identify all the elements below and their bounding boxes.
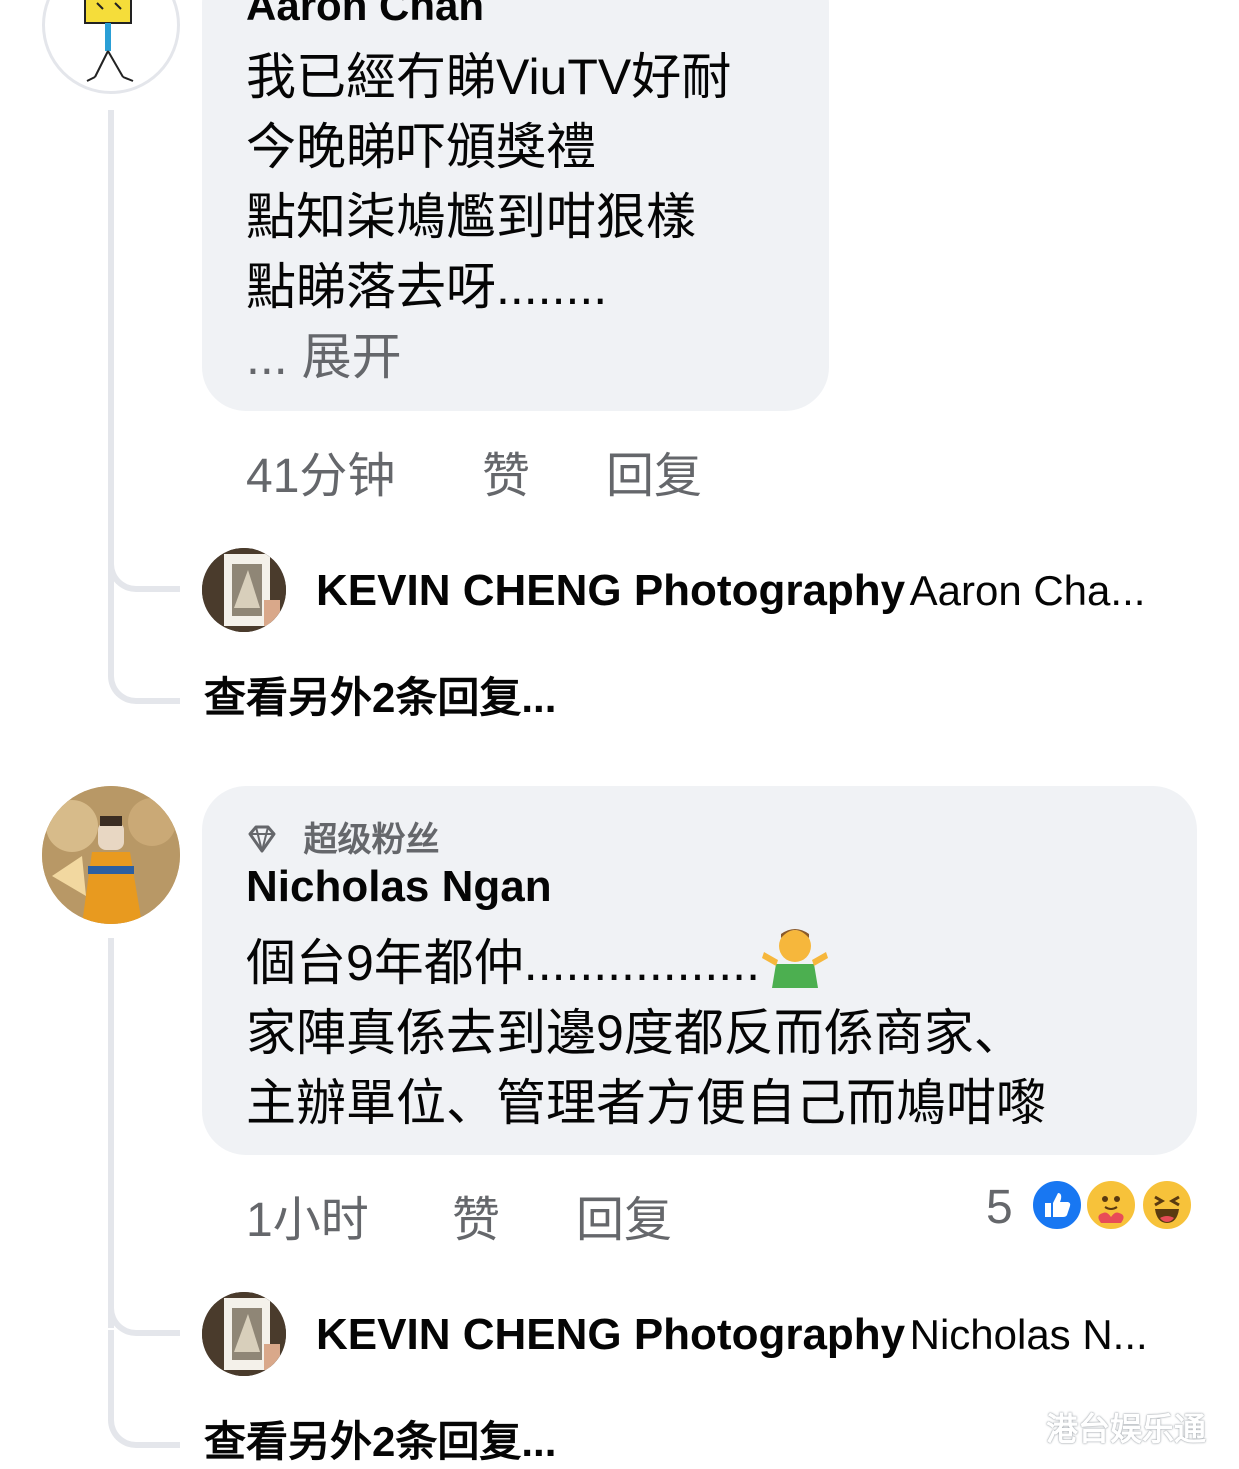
diamond-icon	[248, 825, 276, 853]
haha-icon	[1140, 1178, 1194, 1232]
fan-badge-label: 超级粉丝	[303, 821, 440, 859]
like-icon	[1030, 1178, 1084, 1232]
comment-author[interactable]: Nicholas Ngan	[246, 862, 552, 912]
comment-line: 我已經冇睇ViuTV好耐	[246, 49, 732, 105]
thread-line	[108, 110, 114, 590]
see-more-link[interactable]: ... 展开	[246, 322, 731, 392]
care-icon	[1084, 1178, 1138, 1232]
comment-line: 點睇落去呀........	[246, 259, 608, 315]
reply-button[interactable]: 回复	[606, 436, 702, 506]
avatar[interactable]	[42, 0, 180, 94]
stick-figure-avatar-icon	[84, 0, 134, 82]
reply-snippet: Nicholas N...	[909, 1311, 1148, 1358]
comment-line-text: 個台9年都仲.................	[246, 935, 760, 991]
comment-line: 主辦單位、管理者方便自己而鳩咁嚟	[246, 1075, 1046, 1131]
avatar[interactable]	[42, 786, 180, 924]
framed-photo-avatar-icon	[202, 548, 286, 632]
thread-line	[108, 938, 114, 1328]
thread-branch	[108, 586, 180, 704]
comment-author[interactable]: Aaron Chan	[246, 0, 484, 30]
reply-preview[interactable]: KEVIN CHENG Photography Nicholas N...	[316, 1310, 1148, 1360]
thread-branch	[108, 540, 180, 592]
framed-photo-avatar-icon	[202, 1292, 286, 1376]
comment-line: 點知柒鳩尷到咁狠樣	[246, 189, 696, 245]
reply-avatar[interactable]	[202, 1292, 286, 1376]
like-button[interactable]: 赞	[452, 1180, 500, 1250]
reply-preview[interactable]: KEVIN CHENG Photography Aaron Cha...	[316, 566, 1145, 616]
reply-avatar[interactable]	[202, 548, 286, 632]
comment-text: 個台9年都仲................. 家陣真係去到邊9度都反而係商家、…	[246, 924, 1046, 1138]
view-more-replies[interactable]: 查看另外2条回复...	[204, 1408, 556, 1469]
portrait-avatar-icon	[42, 786, 180, 924]
thread-branch	[108, 1330, 180, 1448]
comment-line: 今晚睇吓頒獎禮	[246, 119, 596, 175]
watermark: 港台娱乐通	[1046, 1411, 1207, 1447]
comment-line: 家陣真係去到邊9度都反而係商家、	[246, 1005, 1024, 1061]
comment-time[interactable]: 1小时	[246, 1180, 369, 1250]
fan-badge[interactable]: 超级粉丝	[246, 812, 439, 861]
comment-text: 我已經冇睇ViuTV好耐 今晚睇吓頒獎禮 點知柒鳩尷到咁狠樣 點睇落去呀....…	[246, 42, 731, 392]
thread-branch	[108, 1284, 180, 1336]
comment-line: 個台9年都仲.................	[246, 924, 1046, 998]
reply-author[interactable]: KEVIN CHENG Photography	[316, 1310, 905, 1359]
view-more-replies[interactable]: 查看另外2条回复...	[204, 664, 556, 725]
reply-author[interactable]: KEVIN CHENG Photography	[316, 566, 905, 615]
comment-time[interactable]: 41分钟	[246, 436, 395, 506]
like-button[interactable]: 赞	[482, 436, 530, 506]
reply-button[interactable]: 回复	[576, 1180, 672, 1250]
reply-snippet: Aaron Cha...	[909, 567, 1146, 614]
person-shrugging-icon	[760, 924, 830, 988]
reaction-count[interactable]: 5	[986, 1180, 1013, 1235]
